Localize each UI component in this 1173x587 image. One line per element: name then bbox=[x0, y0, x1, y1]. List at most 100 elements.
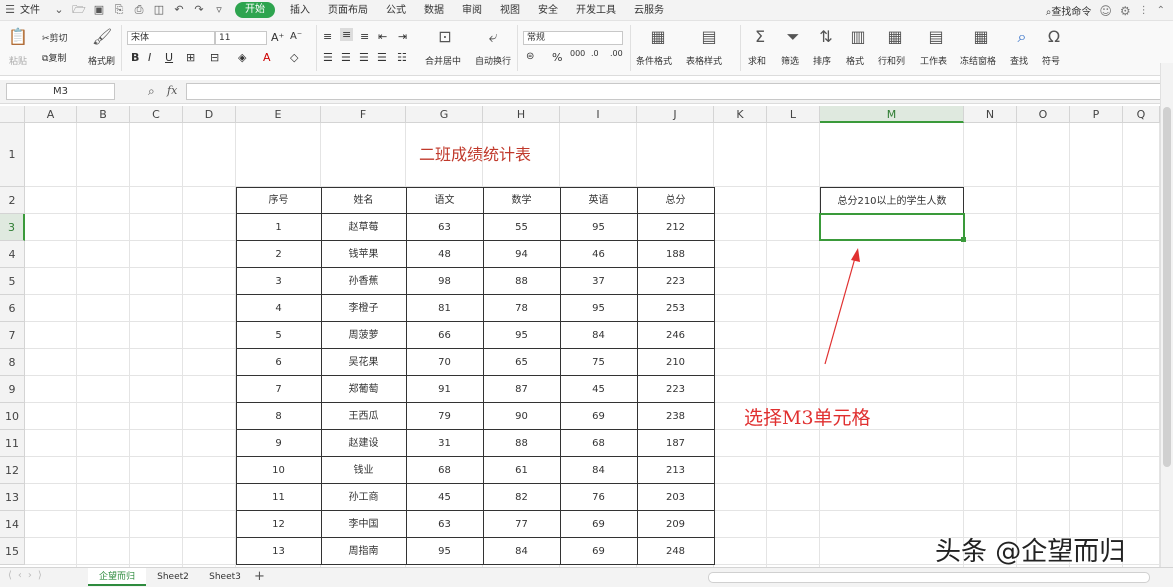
table-cell[interactable]: 周菠萝 bbox=[321, 322, 406, 349]
indent-increase-icon[interactable]: ⇥ bbox=[398, 30, 407, 43]
table-cell[interactable]: 209 bbox=[637, 511, 714, 538]
copy-button[interactable]: ⧉复制 bbox=[42, 51, 66, 64]
find-button[interactable]: 查找 bbox=[1010, 54, 1028, 67]
increase-font-icon[interactable]: A⁺ bbox=[271, 31, 284, 44]
table-cell[interactable]: 吴花果 bbox=[321, 349, 406, 376]
gear-icon[interactable]: ⚙ bbox=[1120, 4, 1131, 18]
vertical-scroll-thumb[interactable] bbox=[1163, 107, 1171, 467]
table-cell[interactable]: 钱业 bbox=[321, 457, 406, 484]
find-icon[interactable]: ⌕ bbox=[1012, 27, 1032, 47]
percent-icon[interactable]: % bbox=[552, 51, 562, 64]
decrease-decimal-icon[interactable]: .00 bbox=[610, 49, 623, 58]
row-header-5[interactable]: 5 bbox=[0, 268, 25, 295]
column-header-a[interactable]: A bbox=[25, 106, 77, 123]
tab-page-layout[interactable]: 页面布局 bbox=[319, 0, 377, 21]
table-cell[interactable]: 66 bbox=[406, 322, 483, 349]
row-header-11[interactable]: 11 bbox=[0, 430, 25, 457]
font-color-icon[interactable]: A bbox=[263, 51, 271, 64]
collapse-ribbon-icon[interactable]: ⌃ bbox=[1157, 5, 1165, 16]
clear-icon[interactable]: ◇ bbox=[290, 51, 298, 64]
sheet-tab-active[interactable]: 企望而归 bbox=[88, 568, 146, 586]
format-icon[interactable]: ▥ bbox=[848, 27, 868, 47]
distributed-icon[interactable]: ☷ bbox=[397, 51, 407, 64]
tab-insert[interactable]: 插入 bbox=[281, 0, 319, 21]
table-cell[interactable]: 孙香蕉 bbox=[321, 268, 406, 295]
column-header-d[interactable]: D bbox=[183, 106, 236, 123]
table-cell[interactable]: 46 bbox=[560, 241, 637, 268]
tab-cloud[interactable]: 云服务 bbox=[625, 0, 673, 21]
table-cell[interactable]: 37 bbox=[560, 268, 637, 295]
table-cell[interactable]: 248 bbox=[637, 538, 714, 565]
table-cell[interactable]: 65 bbox=[483, 349, 560, 376]
table-cell[interactable]: 6 bbox=[236, 349, 321, 376]
brush-icon[interactable]: 🖌 bbox=[92, 27, 112, 47]
table-cell[interactable]: 213 bbox=[637, 457, 714, 484]
format-painter-button[interactable]: 格式刷 bbox=[88, 54, 115, 67]
sheet-title[interactable]: 二班成绩统计表 bbox=[236, 123, 714, 187]
table-header-cell[interactable]: 姓名 bbox=[321, 187, 406, 214]
merge-center-icon[interactable]: ⊡ bbox=[435, 27, 455, 47]
table-cell[interactable]: 10 bbox=[236, 457, 321, 484]
table-cell[interactable]: 3 bbox=[236, 268, 321, 295]
column-header-k[interactable]: K bbox=[714, 106, 767, 123]
table-cell[interactable]: 69 bbox=[560, 511, 637, 538]
worksheet-icon[interactable]: ▤ bbox=[926, 27, 946, 47]
table-cell[interactable]: 4 bbox=[236, 295, 321, 322]
cell-style-icon[interactable]: ⊟ bbox=[210, 51, 219, 64]
cut-button[interactable]: ✂剪切 bbox=[42, 31, 68, 44]
vertical-scrollbar[interactable] bbox=[1160, 63, 1173, 567]
increase-decimal-icon[interactable]: .0 bbox=[591, 49, 599, 58]
format-button[interactable]: 格式 bbox=[846, 54, 864, 67]
table-cell[interactable]: 84 bbox=[560, 457, 637, 484]
table-cell[interactable]: 69 bbox=[560, 403, 637, 430]
cell-m2-label[interactable]: 总分210以上的学生人数 bbox=[820, 187, 964, 214]
table-cell[interactable]: 246 bbox=[637, 322, 714, 349]
table-cell[interactable]: 2 bbox=[236, 241, 321, 268]
table-cell[interactable]: 253 bbox=[637, 295, 714, 322]
row-header-10[interactable]: 10 bbox=[0, 403, 25, 430]
table-cell[interactable]: 钱苹果 bbox=[321, 241, 406, 268]
row-header-13[interactable]: 13 bbox=[0, 484, 25, 511]
column-header-o[interactable]: O bbox=[1017, 106, 1070, 123]
sheet-nav-arrows-icon[interactable]: ⟨‹›⟩ bbox=[8, 570, 48, 581]
table-cell[interactable]: 84 bbox=[483, 538, 560, 565]
conditional-format-icon[interactable]: ▦ bbox=[648, 27, 668, 47]
table-cell[interactable]: 81 bbox=[406, 295, 483, 322]
column-header-p[interactable]: P bbox=[1070, 106, 1123, 123]
table-cell[interactable]: 李中国 bbox=[321, 511, 406, 538]
command-search[interactable]: ⌕查找命令 bbox=[1046, 3, 1092, 18]
column-header-q[interactable]: Q bbox=[1123, 106, 1160, 123]
indent-decrease-icon[interactable]: ⇤ bbox=[378, 30, 387, 43]
row-header-9[interactable]: 9 bbox=[0, 376, 25, 403]
select-all-corner[interactable] bbox=[0, 106, 25, 123]
table-cell[interactable]: 周指南 bbox=[321, 538, 406, 565]
sheet-tab-2[interactable]: Sheet2 bbox=[150, 568, 196, 586]
save-icon[interactable]: ▣ bbox=[92, 3, 106, 17]
table-cell[interactable]: 赵建设 bbox=[321, 430, 406, 457]
formula-input[interactable] bbox=[186, 83, 1166, 100]
worksheet-button[interactable]: 工作表 bbox=[920, 54, 947, 67]
justify-icon[interactable]: ☰ bbox=[377, 51, 387, 64]
zoom-icon[interactable]: ⌕ bbox=[148, 84, 155, 99]
table-cell[interactable]: 8 bbox=[236, 403, 321, 430]
table-cell[interactable]: 187 bbox=[637, 430, 714, 457]
hamburger-icon[interactable]: ☰ bbox=[3, 3, 17, 17]
table-cell[interactable]: 68 bbox=[560, 430, 637, 457]
omega-icon[interactable]: Ω bbox=[1044, 27, 1064, 47]
row-header-1[interactable]: 1 bbox=[0, 123, 25, 187]
table-cell[interactable]: 孙工商 bbox=[321, 484, 406, 511]
table-cell[interactable]: 63 bbox=[406, 214, 483, 241]
table-cell[interactable]: 7 bbox=[236, 376, 321, 403]
tab-view[interactable]: 视图 bbox=[491, 0, 529, 21]
filter-button[interactable]: 筛选 bbox=[781, 54, 799, 67]
sort-icon[interactable]: ⇅ bbox=[816, 27, 836, 47]
table-cell[interactable]: 95 bbox=[560, 295, 637, 322]
row-header-12[interactable]: 12 bbox=[0, 457, 25, 484]
sheet-tab-3[interactable]: Sheet3 bbox=[202, 568, 248, 586]
sum-button[interactable]: 求和 bbox=[748, 54, 766, 67]
table-header-cell[interactable]: 总分 bbox=[637, 187, 714, 214]
table-header-cell[interactable]: 英语 bbox=[560, 187, 637, 214]
row-col-button[interactable]: 行和列 bbox=[878, 54, 905, 67]
table-cell[interactable]: 69 bbox=[560, 538, 637, 565]
tab-security[interactable]: 安全 bbox=[529, 0, 567, 21]
